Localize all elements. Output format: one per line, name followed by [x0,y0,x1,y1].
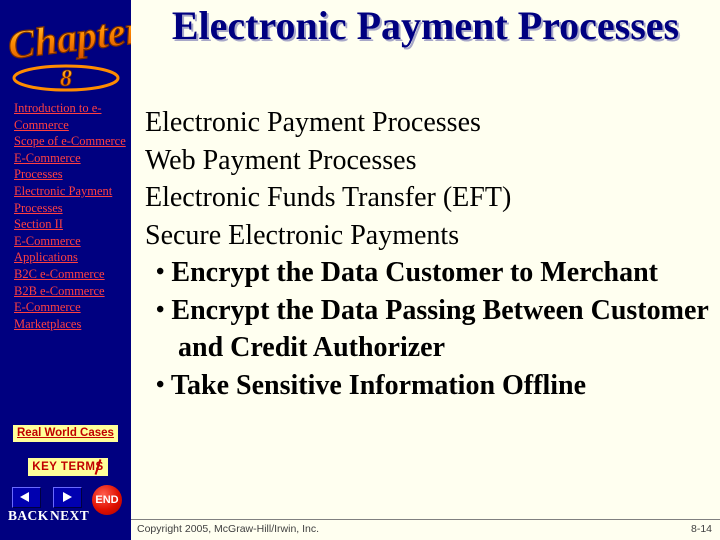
sidebar-item-e-commerce-marketplaces[interactable]: E-Commerce Marketplaces [14,299,131,332]
arrow-right-icon [63,492,72,502]
end-button[interactable]: END [92,485,122,515]
bullet-icon: • [156,296,165,323]
list-item-label: Encrypt the Data Customer to Merchant [171,257,658,288]
sidebar-nav-list: Introduction to e-Commerce Scope of e-Co… [0,100,131,332]
sidebar-item-e-commerce-processes[interactable]: E-Commerce Processes [14,150,131,183]
chapter-banner-logo: Chapter 8 [0,0,131,98]
svg-text:8: 8 [60,66,72,92]
bullet-icon: • [156,371,165,398]
sidebar-item-b2b-e-commerce[interactable]: B2B e-Commerce [14,283,131,300]
bullet-icon: • [156,259,165,285]
list-item: Electronic Funds Transfer (EFT) [145,182,512,213]
back-button[interactable] [12,487,41,508]
sidebar-item-introduction-to-e-commerce[interactable]: Introduction to e-Commerce [14,100,131,133]
sidebar-item-e-commerce-applications[interactable]: E-Commerce Applications [14,233,131,266]
sidebar-item-electronic-payment-processes[interactable]: Electronic Payment Processes [14,183,131,216]
key-terms-button[interactable]: KEY TERMS [28,458,108,476]
list-item: • Take Sensitive Information Offline [145,367,720,405]
arrow-left-icon [20,492,29,502]
list-item: Electronic Payment Processes [145,107,481,138]
sidebar-item-section-ii[interactable]: Section II [14,216,131,233]
sidebar: Chapter 8 Introduction to e-Commerce Sco… [0,0,131,540]
sidebar-item-scope-of-e-commerce[interactable]: Scope of e-Commerce [14,133,131,150]
sidebar-item-b2c-e-commerce[interactable]: B2C e-Commerce [14,266,131,283]
list-item-label: Encrypt the Data Passing Between Custome… [171,294,709,364]
slide-body-list: Electronic Payment Processes Web Payment… [145,104,720,404]
next-button-label: NEXT [50,508,90,523]
key-terms-label: KEY TERMS [32,461,104,473]
slide-footer: Copyright 2005, McGraw-Hill/Irwin, Inc. … [131,519,720,540]
page-title: Electronic Payment Processes [171,3,680,48]
slide-content-area: Electronic Payment Processes Electronic … [131,0,720,540]
svg-text:Chapter: Chapter [6,7,131,68]
back-button-label: BACK [8,508,49,523]
real-world-cases-link[interactable]: Real World Cases [13,425,118,442]
list-item: • Encrypt the Data Customer to Merchant [145,254,720,292]
list-item: • Encrypt the Data Passing Between Custo… [145,292,720,367]
next-button[interactable] [53,487,82,508]
list-item: Secure Electronic Payments [145,219,460,251]
page-number: 8-14 [690,523,712,535]
copyright-text: Copyright 2005, McGraw-Hill/Irwin, Inc. [137,523,320,535]
list-item-label: Take Sensitive Information Offline [170,369,586,401]
list-item: Web Payment Processes [145,144,417,176]
